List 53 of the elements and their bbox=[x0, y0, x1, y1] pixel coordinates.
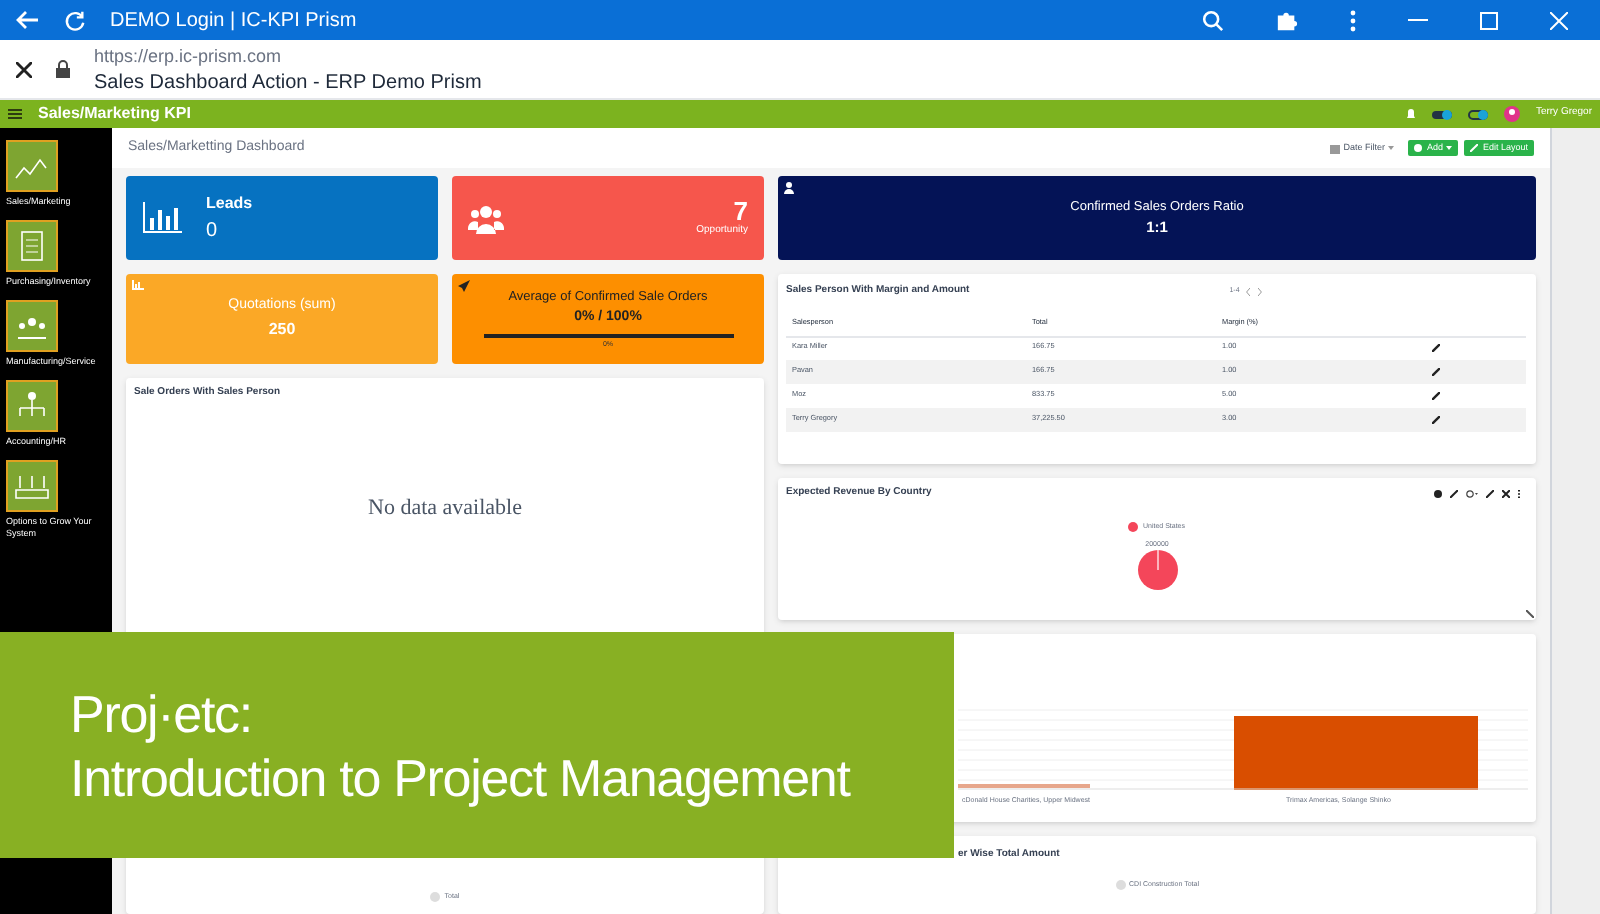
close-icon[interactable] bbox=[1502, 489, 1510, 498]
pencil-icon bbox=[1470, 144, 1479, 152]
empty-message: No data available bbox=[368, 493, 522, 523]
module-tile[interactable] bbox=[6, 140, 58, 192]
minimize-icon[interactable] bbox=[1408, 18, 1428, 22]
close-icon[interactable] bbox=[16, 61, 32, 77]
module-tile[interactable] bbox=[6, 460, 58, 512]
card-label: Leads bbox=[206, 191, 253, 215]
pencil-icon[interactable] bbox=[1432, 392, 1440, 400]
user-icon bbox=[784, 182, 794, 194]
previous-icon[interactable] bbox=[1245, 288, 1250, 296]
pie-chart-drawing bbox=[1137, 550, 1177, 590]
banner-title: Proj·etc: bbox=[70, 681, 252, 745]
legend-dot-icon bbox=[1128, 521, 1139, 532]
banner-subtitle: Introduction to Project Management bbox=[70, 745, 850, 809]
bar-chart-icon bbox=[132, 280, 144, 290]
next-icon[interactable] bbox=[1257, 288, 1262, 296]
scrollbar[interactable] bbox=[1550, 128, 1600, 914]
caret-icon bbox=[1446, 146, 1453, 150]
module-tile[interactable] bbox=[6, 220, 58, 272]
pencil-icon[interactable] bbox=[1486, 489, 1494, 498]
toggle-icon[interactable] bbox=[1431, 109, 1452, 119]
pencil-icon[interactable] bbox=[1432, 368, 1440, 376]
url-text: https://erp.ic-prism.com bbox=[94, 43, 284, 69]
reload-icon[interactable] bbox=[64, 9, 86, 31]
pencil-icon[interactable] bbox=[1432, 416, 1440, 424]
lock-icon bbox=[56, 60, 70, 78]
card-value: 0 bbox=[206, 217, 220, 245]
module-tile[interactable] bbox=[6, 380, 58, 432]
page-title: Sales Dashboard Action - ERP Demo Prism bbox=[94, 69, 482, 95]
pencil-icon[interactable] bbox=[1432, 344, 1440, 353]
puzzle-icon[interactable] bbox=[1276, 9, 1298, 31]
module-tile[interactable] bbox=[6, 300, 58, 352]
search-icon[interactable] bbox=[1202, 9, 1224, 31]
bar-chart-icon bbox=[142, 202, 182, 234]
plus-circle-icon bbox=[1414, 144, 1423, 152]
back-icon[interactable] bbox=[16, 10, 40, 30]
window-title: DEMO Login | IC-KPI Prism bbox=[110, 7, 357, 35]
maximize-icon[interactable] bbox=[1480, 11, 1498, 29]
app-title: Sales/Marketing KPI bbox=[38, 102, 191, 126]
avatar-icon[interactable] bbox=[1503, 106, 1520, 122]
menu-icon[interactable] bbox=[8, 108, 22, 120]
chart-type-icon[interactable] bbox=[1466, 489, 1478, 498]
legend-dot-icon bbox=[1115, 879, 1126, 890]
resize-handle-icon[interactable] bbox=[1526, 610, 1534, 618]
caret-icon bbox=[1388, 146, 1395, 150]
people-icon bbox=[468, 203, 504, 233]
card-value: 250 bbox=[268, 317, 296, 342]
toggle-icon[interactable] bbox=[1467, 109, 1488, 119]
card-value: 7 bbox=[733, 197, 748, 224]
paper-plane-icon bbox=[458, 280, 470, 292]
bell-icon[interactable] bbox=[1405, 108, 1416, 120]
legend-dot-icon bbox=[430, 891, 441, 902]
